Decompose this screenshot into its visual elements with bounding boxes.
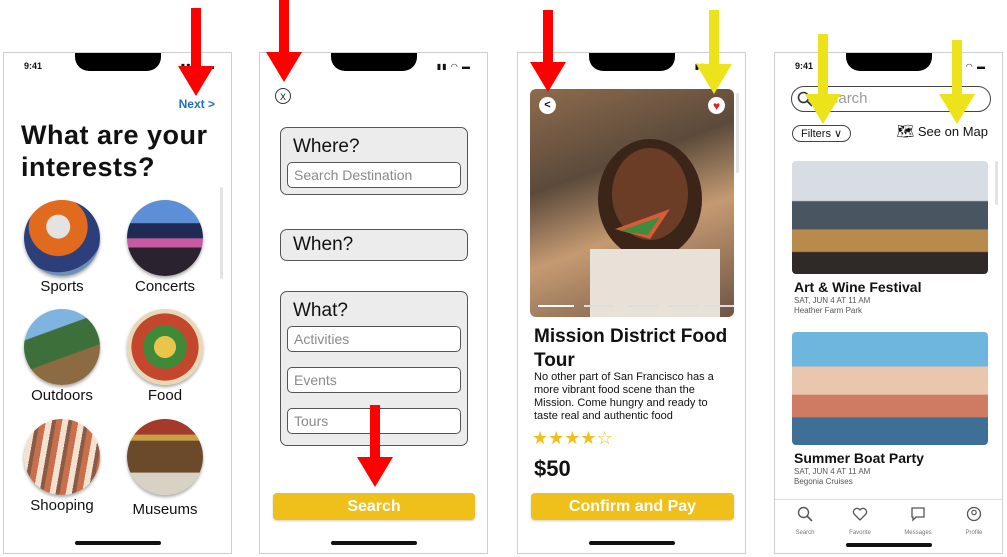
heart-icon <box>852 507 868 521</box>
tab-label: Profile <box>965 530 983 536</box>
interest-label: Outdoors <box>31 387 93 404</box>
tour-price: $50 <box>534 456 571 481</box>
destination-input[interactable]: Search Destination <box>287 162 461 188</box>
phone-tour-detail: 9:41 ▮▮ ◠ ▬ < ♥ Mission District Food To… <box>517 52 746 554</box>
message-icon <box>911 507 925 522</box>
notch <box>330 53 417 71</box>
tour-hero-image[interactable]: < ♥ <box>530 89 734 317</box>
when-title: When? <box>293 234 354 255</box>
tour-description: No other part of San Francisco has a mor… <box>534 371 714 422</box>
red-arrow-close <box>266 0 302 82</box>
event-date: SAT, JUN 4 AT 11 AM <box>794 296 871 305</box>
event-image-boat-party[interactable] <box>792 332 988 445</box>
star-filled-icon: ★ <box>548 428 565 448</box>
sports-image <box>24 200 100 276</box>
star-filled-icon: ★ <box>532 428 549 448</box>
star-filled-icon: ★ <box>564 428 581 448</box>
activities-option[interactable]: Activities <box>287 326 461 352</box>
museums-image <box>127 419 203 495</box>
food-image <box>127 309 203 385</box>
search-icon <box>797 506 813 522</box>
home-indicator <box>330 541 417 545</box>
tab-label: Messages <box>904 530 932 536</box>
tab-search[interactable]: Search <box>780 506 830 536</box>
see-on-map-label: See on Map <box>917 124 988 139</box>
event-title[interactable]: Summer Boat Party <box>794 450 924 466</box>
tour-title: Mission District Food Tour <box>534 326 728 371</box>
notch <box>845 53 932 71</box>
tab-favorite[interactable]: Favorite <box>835 506 885 536</box>
notch <box>74 53 161 71</box>
yellow-arrow-map <box>939 40 975 124</box>
red-arrow-search <box>357 405 393 487</box>
home-indicator <box>588 541 675 545</box>
notch <box>588 53 675 71</box>
map-icon: 🗺 <box>896 123 915 139</box>
red-arrow-back <box>530 10 566 92</box>
tab-label: Search <box>795 530 815 536</box>
interest-label: Sports <box>40 278 84 295</box>
scrollbar[interactable] <box>736 93 739 173</box>
what-title: What? <box>293 300 348 321</box>
concerts-image <box>127 200 203 276</box>
heart-icon: ♥ <box>712 99 721 113</box>
filters-button[interactable]: Filters ∨ <box>792 125 852 142</box>
page-title: What are your interests? <box>21 120 208 182</box>
carousel-indicator <box>538 305 734 307</box>
interest-label: Concerts <box>134 278 196 295</box>
event-place: Heather Farm Park <box>794 306 863 315</box>
event-title[interactable]: Art & Wine Festival <box>794 279 921 295</box>
favorite-button[interactable]: ♥ <box>708 97 725 114</box>
interest-shopping[interactable]: Shooping <box>17 419 107 514</box>
event-date: SAT, JUN 4 AT 11 AM <box>794 467 871 476</box>
interest-museums[interactable]: Museums <box>120 419 210 518</box>
status-icons: ▮▮ ◠ ▬ <box>436 62 471 71</box>
phone-events: 9:41 ▮▮ ◠ ▬ Search Filters ∨ 🗺 See on Ma… <box>774 52 1003 554</box>
star-empty-icon: ☆ <box>596 428 613 448</box>
tab-label: Favorite <box>849 530 871 536</box>
interest-outdoors[interactable]: Outdoors <box>17 309 107 404</box>
events-option[interactable]: Events <box>287 367 461 393</box>
event-meta: SAT, JUN 4 AT 11 AM Heather Farm Park <box>794 296 870 316</box>
yellow-arrow-filters <box>805 34 841 124</box>
tab-profile[interactable]: Profile <box>949 506 999 536</box>
event-meta: SAT, JUN 4 AT 11 AM Begonia Cruises <box>794 467 870 487</box>
home-indicator <box>74 541 161 545</box>
phone-interests: 9:41 ▮▮ ◠ ▬ Next > What are your interes… <box>3 52 232 554</box>
where-title: Where? <box>293 136 360 157</box>
yellow-arrow-favorite <box>696 10 732 94</box>
shopping-image <box>24 419 100 495</box>
search-button[interactable]: Search <box>273 493 475 520</box>
star-rating: ★★★★☆ <box>532 428 613 449</box>
red-arrow-next <box>178 8 214 96</box>
back-button[interactable]: < <box>539 97 556 114</box>
interest-food[interactable]: Food <box>120 309 210 404</box>
interest-label: Shooping <box>30 497 94 514</box>
where-panel: Where? Search Destination <box>280 127 468 195</box>
when-panel[interactable]: When? <box>280 229 468 261</box>
scrollbar[interactable] <box>995 161 998 205</box>
interest-label: Food <box>147 387 183 404</box>
star-filled-icon: ★ <box>580 428 597 448</box>
interest-concerts[interactable]: Concerts <box>120 200 210 295</box>
confirm-pay-button[interactable]: Confirm and Pay <box>531 493 734 520</box>
interest-sports[interactable]: Sports <box>17 200 107 295</box>
home-indicator <box>845 543 932 547</box>
next-button[interactable]: Next > <box>179 97 215 111</box>
outdoors-image <box>24 309 100 385</box>
event-image-art-wine[interactable] <box>792 161 988 274</box>
event-place: Begonia Cruises <box>794 477 853 486</box>
close-button[interactable]: X <box>275 88 291 104</box>
tab-messages[interactable]: Messages <box>893 506 943 536</box>
status-time: 9:41 <box>24 61 43 71</box>
hero-illustration <box>590 139 720 317</box>
profile-icon <box>966 506 982 522</box>
interest-label: Museums <box>132 501 198 518</box>
scrollbar[interactable] <box>220 187 223 279</box>
